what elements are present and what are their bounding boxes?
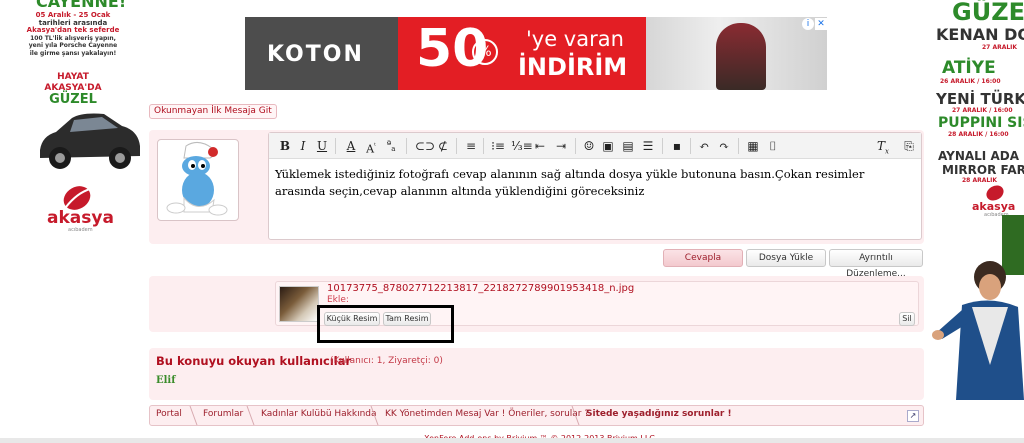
ad-line: ATİYE: [942, 58, 996, 78]
right-promo-ad[interactable]: GÜZE KENAN DO 27 ARALIK ATİYE 26 ARALIK …: [932, 0, 1024, 443]
ad-headline: CAYENNE!: [36, 0, 127, 11]
redo-icon[interactable]: ↷: [716, 138, 732, 154]
ad-line: 26 ARALIK / 16:00: [940, 78, 1001, 85]
bullet-list-icon[interactable]: ⁝≡: [490, 138, 506, 154]
ad-headline: GÜZE: [952, 0, 1024, 26]
banner-indirim: İNDİRİM: [518, 53, 628, 81]
outdent-icon[interactable]: ⇤: [532, 138, 548, 154]
italic-icon[interactable]: I: [295, 138, 311, 154]
close-icon[interactable]: ✕: [815, 18, 827, 30]
ad-line: YENİ TÜRK: [936, 90, 1024, 108]
performer-photo-icon: [932, 215, 1024, 400]
upload-file-button[interactable]: Dosya Yükle: [746, 249, 826, 267]
avatar[interactable]: [157, 139, 239, 221]
breadcrumb-item[interactable]: Forumlar: [203, 409, 243, 419]
unlink-icon[interactable]: ⊄: [435, 138, 451, 154]
banner-percent: %: [472, 39, 498, 65]
ad-line: 28 ARALIK / 16:00: [948, 131, 1009, 138]
ad-brand: akasya: [972, 200, 1016, 213]
code-icon[interactable]: ☰: [640, 138, 656, 154]
ad-line: PUPPINI SIS: [938, 115, 1024, 131]
attachment-filename[interactable]: 10173775_878027712213817_221827278990195…: [327, 283, 634, 294]
delete-attachment-button[interactable]: Sil: [899, 312, 915, 326]
breadcrumb-item[interactable]: Sitede yaşadığınız sorunlar !: [586, 409, 732, 419]
ad-line: KENAN DO: [936, 25, 1024, 44]
readers-title: Bu konuyu okuyan kullanıcılar: [156, 354, 352, 368]
ad-line: AYNALI ADA: [938, 149, 1019, 163]
banner-photo: [646, 17, 827, 90]
indent-icon[interactable]: ⇥: [553, 138, 569, 154]
attachment-insert-label: Ekle:: [327, 295, 349, 305]
reply-button[interactable]: Cevapla: [663, 249, 743, 267]
camera-icon[interactable]: ⌷: [765, 138, 781, 154]
font-family-icon[interactable]: ªa: [383, 138, 399, 154]
remove-format-icon[interactable]: Tx: [875, 138, 891, 155]
message-editor[interactable]: B I U A Aᵗ ªa ⊂⊃ ⊄ ≡ ⁝≡ ⅓≡ ⇤ ⇥ ☺ ▣ ▤ ☰ ▪…: [268, 132, 922, 240]
koton-banner-ad[interactable]: KOTON 50 % 'ye varan İNDİRİM: [245, 17, 827, 90]
ad-line: MIRROR FAR: [942, 163, 1024, 177]
align-icon[interactable]: ≡: [463, 138, 479, 154]
model-figure-icon: [716, 23, 766, 90]
ad-body: 05 Aralık - 25 Ocak tarihleri arasında A…: [26, 11, 120, 57]
smilies-icon[interactable]: ☺: [581, 138, 597, 154]
breadcrumb-item[interactable]: KK Yönetimden Mesaj Var ! Öneriler, soru…: [385, 409, 589, 419]
advanced-edit-button[interactable]: Ayrıntılı Düzenleme...: [829, 249, 923, 279]
jump-to-icon[interactable]: ↗: [907, 410, 919, 422]
first-unread-button[interactable]: Okunmayan İlk Mesaja Git: [149, 104, 277, 119]
text-color-icon[interactable]: A: [343, 138, 359, 154]
editor-toolbar: B I U A Aᵗ ªa ⊂⊃ ⊄ ≡ ⁝≡ ⅓≡ ⇤ ⇥ ☺ ▣ ▤ ☰ ▪…: [269, 133, 921, 159]
ad-line: 27 ARALIK: [982, 44, 1018, 51]
breadcrumb-item[interactable]: Portal: [156, 409, 182, 419]
restore-draft-icon[interactable]: ⎘: [901, 138, 917, 154]
ad-line: 27 ARALIK / 16:00: [952, 107, 1013, 114]
number-list-icon[interactable]: ⅓≡: [511, 138, 533, 154]
banner-tagline: 'ye varan: [526, 27, 624, 51]
media-icon[interactable]: ▤: [620, 138, 636, 154]
link-icon[interactable]: ⊂⊃: [415, 138, 435, 154]
undo-icon[interactable]: ↶: [696, 138, 712, 154]
underline-icon[interactable]: U: [314, 138, 330, 154]
attachment-thumbnail[interactable]: [279, 286, 319, 322]
banner-brand: KOTON: [267, 42, 364, 67]
bbcode-icon[interactable]: ▦: [745, 138, 761, 154]
page-bottom-bar: [0, 438, 1024, 443]
reader-username[interactable]: Elif: [156, 375, 176, 386]
save-draft-icon[interactable]: ▪: [669, 138, 685, 154]
ad-brand-sub: acıbadem: [68, 227, 93, 233]
image-icon[interactable]: ▣: [600, 138, 616, 154]
smurf-avatar-icon: [166, 142, 228, 216]
car-icon: [40, 113, 140, 169]
ad-brand: akasya: [47, 208, 114, 228]
editor-content[interactable]: Yüklemek istediğiniz fotoğrafı cevap ala…: [275, 166, 915, 200]
breadcrumb-item[interactable]: Kadınlar Kulübü Hakkında: [261, 409, 377, 419]
info-icon[interactable]: i: [802, 18, 814, 30]
bold-icon[interactable]: B: [277, 138, 293, 154]
annotation-highlight-box: [317, 305, 454, 343]
readers-count: (Kullanıcı: 1, Ziyaretçi: 0): [330, 356, 443, 366]
left-promo-ad[interactable]: CAYENNE! 05 Aralık - 25 Ocak tarihleri a…: [0, 0, 142, 443]
ad-slogan: HAYAT AKASYA'DA GÜZEL: [44, 72, 102, 107]
font-size-icon[interactable]: Aᵗ: [363, 138, 379, 156]
